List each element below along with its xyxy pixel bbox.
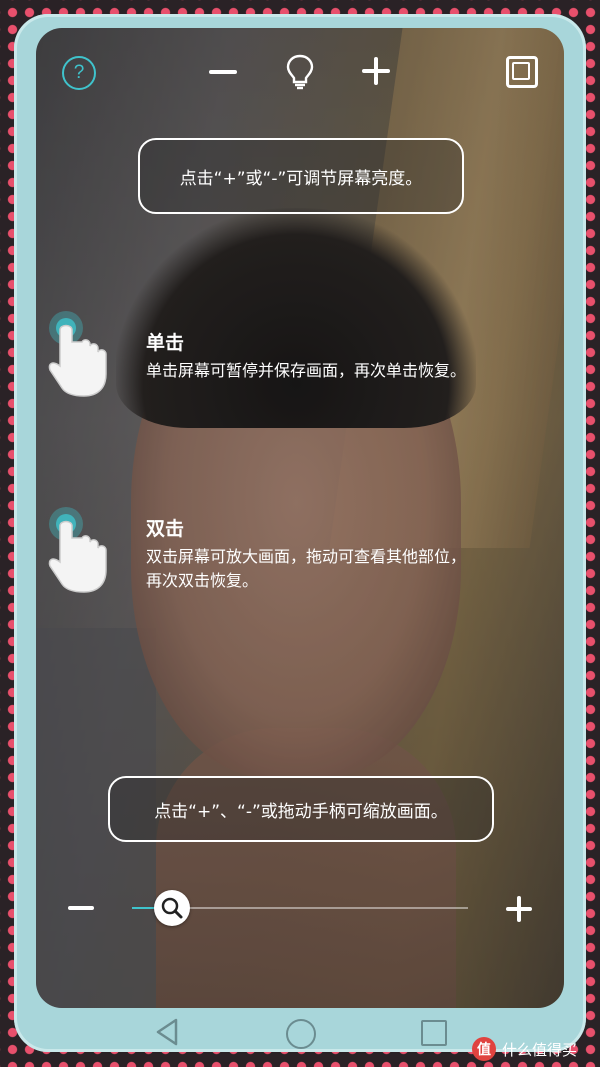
zoom-tip-text: 点击“+”、“-”或拖动手柄可缩放画面。 bbox=[154, 801, 448, 822]
double-tap-text-line2: 再次双击恢复。 bbox=[146, 571, 259, 590]
brightness-minus-icon[interactable] bbox=[209, 70, 237, 74]
question-circle-icon[interactable]: ? bbox=[62, 56, 96, 90]
watermark-text: 什么值得买 bbox=[502, 1040, 578, 1059]
lightbulb-icon[interactable] bbox=[286, 54, 314, 90]
single-tap-title: 单击 bbox=[146, 332, 185, 354]
single-tap-text: 单击屏幕可暂停并保存画面，再次单击恢复。 bbox=[146, 361, 467, 380]
triangle-back-icon[interactable] bbox=[154, 1018, 180, 1046]
square-recent-icon[interactable] bbox=[421, 1020, 447, 1046]
magnifier-icon bbox=[162, 897, 183, 919]
zoom-plus-icon[interactable] bbox=[506, 896, 532, 922]
tap-hand-icon bbox=[48, 311, 107, 397]
double-tap-hand-icon bbox=[48, 507, 107, 593]
double-tap-title: 双击 bbox=[146, 518, 185, 540]
circle-home-icon[interactable] bbox=[286, 1019, 316, 1049]
watermark-badge: 值 bbox=[472, 1037, 496, 1061]
double-tap-text-line1: 双击屏幕可放大画面，拖动可查看其他部位， bbox=[146, 547, 467, 566]
watermark: 值 什么值得买 bbox=[472, 1036, 577, 1062]
zoom-slider-handle[interactable] bbox=[154, 890, 191, 926]
zoom-tip-bubble: 点击“+”、“-”或拖动手柄可缩放画面。 bbox=[108, 776, 494, 842]
brightness-tip-text: 点击“+”或“-”可调节屏幕亮度。 bbox=[179, 168, 423, 189]
square-frame-icon[interactable] bbox=[506, 56, 538, 88]
brightness-plus-icon[interactable] bbox=[362, 57, 390, 85]
zoom-minus-icon[interactable] bbox=[68, 906, 94, 910]
brightness-tip-bubble: 点击“+”或“-”可调节屏幕亮度。 bbox=[138, 138, 464, 214]
